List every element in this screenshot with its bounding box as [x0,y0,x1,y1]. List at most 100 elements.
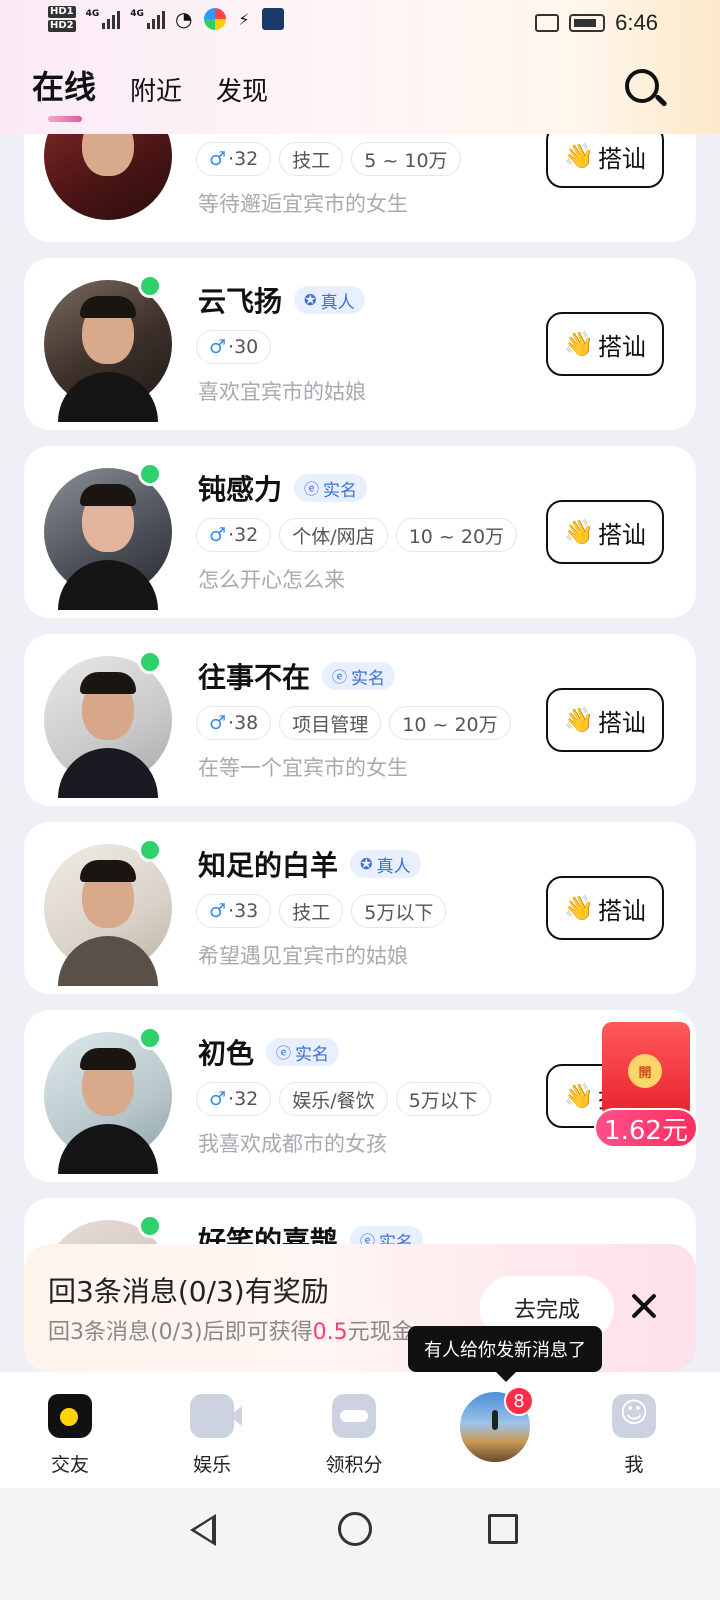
unread-badge: 8 [504,1386,534,1416]
age-value: 38 [234,712,259,734]
nav-item-friends[interactable]: 交友 [20,1394,120,1477]
male-icon: ♂ [209,148,227,170]
search-icon[interactable] [622,66,668,112]
name-row: 钝感力 ⓔ 实名 [198,468,368,508]
nav-label: 娱乐 [192,1454,231,1476]
verify-badge: ⓔ 实名 [322,662,396,690]
avatar-hair [80,1048,136,1070]
greet-button[interactable]: 👋搭讪 [546,500,664,564]
age-tag: ♂ · 32 [196,518,272,552]
verify-badge: ✪ 真人 [350,850,421,878]
id-icon: ⓔ [304,479,320,498]
top-tabs: 在线 附近 发现 [32,62,268,122]
app-notification-icon [261,8,284,30]
battery-icon [569,14,606,32]
signal-icon: 4G [86,9,121,29]
task-sub-suffix: 元现金 [347,1320,414,1345]
home-circle-icon[interactable] [338,1512,372,1546]
age-tag: ♂ · 32 [196,142,272,176]
user-card[interactable]: 知足的白羊 ✪ 真人 ♂ · 33 技工 5万以下 希望遇见宜宾市的姑娘 👋 搭讪 [24,822,696,994]
cast-icon [535,14,560,32]
online-indicator [138,1214,162,1238]
verify-badge: ✪ 真人 [294,286,365,314]
user-avatar[interactable] [44,280,172,422]
user-bio: 等待邂逅宜宾市的女生 [198,192,408,216]
age-tag: ♂ · 32 [196,1082,272,1116]
user-bio: 怎么开心怎么来 [198,568,345,592]
user-tags: ♂ · 32 娱乐/餐饮 5万以下 [196,1082,491,1116]
user-feed[interactable]: ♂ · 32 技工 5 ~ 10万 等待邂逅宜宾市的女生 👋 搭讪 云飞扬 ✪ 真人 ♂… [0,0,720,1400]
id-icon: ⓔ [276,1043,292,1062]
coin-icon: 開 [628,1054,662,1088]
user-tags: ♂ · 32 技工 5 ~ 10万 [196,142,461,176]
user-name: 初色 [198,1037,255,1070]
user-card[interactable]: 云飞扬 ✪ 真人 ♂ · 30 喜欢宜宾市的姑娘 👋 搭讪 [24,258,696,430]
link-icon: ⚡ [238,9,250,29]
network-label: 4G [85,9,100,19]
user-card[interactable]: 往事不在 ⓔ 实名 ♂ · 38 项目管理 10 ~ 20万 在等一个宜宾市的女生 👋… [24,634,696,806]
online-indicator [138,838,162,862]
back-icon[interactable] [190,1514,216,1546]
greet-button[interactable]: 👋搭讪 [546,312,664,376]
user-name: 往事不在 [198,661,311,694]
greet-button[interactable]: 👋搭讪 [546,688,664,752]
online-indicator [138,650,162,674]
task-sub-prefix: 回3条消息(0/3)后即可获得 [48,1320,313,1345]
tab-online[interactable]: 在线 [32,62,96,122]
hd2-label: HD2 [48,20,76,32]
shield-icon: ✪ [304,291,317,309]
avatar-shirt [58,748,158,798]
wave-hand-icon: 👋 [564,142,594,170]
user-avatar[interactable] [44,656,172,798]
male-icon: ♂ [209,524,227,546]
task-title: 回3条消息(0/3)有奖励 [48,1275,329,1308]
id-icon: ⓔ [332,667,348,686]
clock: 6:46 [615,10,658,35]
greet-label: 搭讪 [597,708,646,737]
red-packet-float[interactable]: 開 1.62元 [594,1022,702,1148]
income-tag: 10 ~ 20万 [395,518,518,552]
age-value: 32 [234,148,259,170]
recents-icon[interactable] [488,1514,518,1544]
user-card[interactable]: 钝感力 ⓔ 实名 ♂ · 32 个体/网店 10 ~ 20万 怎么开心怎么来 👋 搭讪 [24,446,696,618]
age-tag: ♂ · 33 [196,894,272,928]
nav-label: 交友 [50,1454,89,1476]
user-tags: ♂ · 30 [196,330,272,364]
greet-button[interactable]: 👋搭讪 [546,876,664,940]
user-bio: 希望遇见宜宾市的姑娘 [198,944,408,968]
age-value: 32 [234,1088,259,1110]
verify-label: 真人 [320,292,355,313]
wave-hand-icon: 👋 [564,894,594,922]
user-avatar[interactable] [44,468,172,610]
user-avatar[interactable] [44,1032,172,1174]
greet-label: 搭讪 [597,896,646,925]
name-row: 初色 ⓔ 实名 [198,1032,340,1072]
greet-label: 搭讪 [597,144,646,173]
home-icon [48,1394,92,1438]
age-tag: ♂ · 30 [196,330,272,364]
tab-nearby[interactable]: 附近 [130,71,182,108]
age-value: 30 [234,336,259,358]
user-bio: 我喜欢成都市的女孩 [198,1132,387,1156]
smile-icon [612,1394,656,1438]
name-row: 知足的白羊 ✪ 真人 [198,844,421,884]
network-label: 4G [130,9,144,19]
task-reward-amount: 0.5 [312,1320,348,1345]
greet-label: 搭讪 [597,520,646,549]
nav-item-me[interactable]: 我 [584,1394,684,1477]
close-icon[interactable] [628,1290,660,1322]
wave-hand-icon: 👋 [564,706,594,734]
verify-label: 实名 [295,1044,330,1065]
user-avatar[interactable] [44,844,172,986]
job-tag: 技工 [279,894,344,928]
nav-item-entertainment[interactable]: 娱乐 [162,1394,262,1477]
income-tag: 5 ~ 10万 [351,142,461,176]
male-icon: ♂ [209,900,227,922]
tab-discover[interactable]: 发现 [216,71,268,108]
verify-label: 实名 [323,480,358,501]
male-icon: ♂ [209,336,227,358]
job-tag: 技工 [279,142,344,176]
user-name: 云飞扬 [198,285,283,318]
job-tag: 个体/网店 [279,518,388,552]
nav-item-points[interactable]: 领积分 [304,1394,404,1477]
